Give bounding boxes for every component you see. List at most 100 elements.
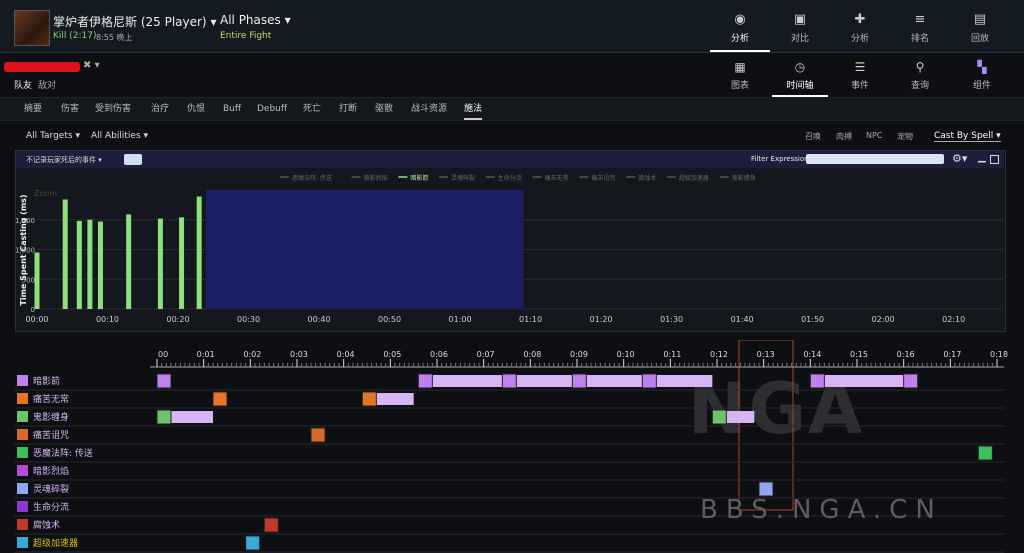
cast-icon	[417, 373, 433, 389]
cast-icon	[758, 481, 774, 497]
dead-events-toggle[interactable]	[124, 154, 142, 165]
x-tick-label: 02:10	[942, 315, 965, 324]
cast-icon	[809, 373, 825, 389]
tab-debuffs[interactable]: Debuff	[257, 98, 287, 120]
filter-summons[interactable]: 召唤	[805, 131, 821, 142]
x-tick-label: 02:00	[872, 315, 895, 324]
ruler-label: 0:04	[337, 350, 355, 359]
view-widgets[interactable]: ▚ 组件	[954, 53, 1010, 97]
events-icon: ☰	[854, 60, 866, 74]
ruler-label: 0:02	[243, 350, 261, 359]
chevron-down-icon: ▾	[98, 156, 102, 164]
filter-npc[interactable]: NPC	[866, 131, 882, 140]
tab-summary[interactable]: 摘要	[24, 98, 42, 120]
spell-icon	[17, 375, 28, 386]
phase-subtitle: Entire Fight	[220, 31, 272, 41]
view-query[interactable]: ⚲ 查询	[892, 53, 948, 97]
enemy-toggle[interactable]: 敌对	[38, 78, 56, 91]
view-timeline[interactable]: ◷ 时间轴	[772, 53, 828, 97]
filter-expression-label: Filter Expression:	[751, 155, 811, 163]
chart-bar	[62, 199, 68, 309]
topnav-label: 分析	[730, 34, 749, 44]
view-label: 组件	[972, 81, 991, 91]
spell-icon	[17, 429, 28, 440]
spell-label: 生命分流	[33, 501, 69, 513]
topnav-replay[interactable]: ▤ 回放	[950, 0, 1010, 52]
spell-label: 痛苦无常	[33, 393, 69, 405]
x-tick-label: 00:30	[237, 315, 260, 324]
chart-bar	[179, 217, 185, 309]
targets-dropdown[interactable]: All Targets ▾	[26, 131, 80, 141]
topnav-analysis[interactable]: ◉ 分析	[710, 0, 770, 52]
tab-damage-taken[interactable]: 受到伤害	[95, 98, 131, 120]
maximize-icon[interactable]	[990, 155, 999, 164]
cast-icon	[361, 391, 377, 407]
topnav-compare[interactable]: ▣ 对比	[770, 0, 830, 52]
tab-threat[interactable]: 仇恨	[187, 98, 205, 120]
x-tick-label: 00:10	[96, 315, 119, 324]
legend-item: 生命分流	[498, 174, 522, 182]
cast-by-label: Cast By Spell	[934, 131, 994, 141]
tab-buffs[interactable]: Buff	[223, 98, 241, 120]
player-name-redacted[interactable]	[4, 62, 80, 72]
spell-label: 恶魔法阵: 传送	[33, 447, 93, 459]
cast-icon	[903, 373, 919, 389]
topnav-label: 分析	[850, 34, 869, 44]
x-tick-label: 00:00	[25, 315, 48, 324]
site-watermark: BBS.NGA.CN	[700, 495, 943, 525]
ruler-label: 0:07	[477, 350, 495, 359]
tab-deaths[interactable]: 死亡	[303, 98, 321, 120]
friendly-toggle[interactable]: 队友	[14, 78, 32, 91]
view-charts[interactable]: ▦ 图表	[712, 53, 768, 97]
x-tick-label: 01:20	[590, 315, 613, 324]
spell-icon	[17, 411, 28, 422]
boss-name-dropdown[interactable]: 掌炉者伊格尼斯 (25 Player) ▾	[53, 13, 216, 30]
cast-icon	[711, 409, 727, 425]
tab-casts[interactable]: 施法	[464, 98, 483, 120]
phase-dropdown[interactable]: All Phases ▾	[220, 13, 291, 27]
spell-label: 灵魂碎裂	[33, 483, 69, 495]
legend-item: 恶魔法阵: 传送	[292, 174, 332, 182]
tab-damage[interactable]: 伤害	[61, 98, 79, 120]
compare-icon: ▣	[793, 12, 807, 27]
abilities-label: All Abilities	[91, 131, 141, 141]
filter-expression-input[interactable]	[806, 154, 944, 164]
topnav-analyze[interactable]: ✚ 分析	[830, 0, 890, 52]
gear-icon[interactable]: ⚙▾	[952, 152, 967, 165]
chart-bar	[196, 196, 202, 309]
filter-pets[interactable]: 宠物	[897, 131, 913, 142]
casting-time-chart[interactable]: 恶魔法阵: 传送 暗影烈焰 暗影箭 灵魂碎裂 生命分流 痛苦无常 痛苦诅咒 腐蚀术 超级加速器 鬼…	[16, 168, 1004, 329]
boss-result: Kill (2:17)	[53, 31, 97, 41]
x-tick-label: 00:50	[378, 315, 401, 324]
filter-melee[interactable]: 肉搏	[836, 131, 852, 142]
ruler-label: 0:03	[290, 350, 308, 359]
cast-icon	[245, 535, 261, 551]
chevron-down-icon: ▾	[996, 131, 1001, 141]
ruler-label: 0:17	[943, 350, 961, 359]
dead-events-dropdown[interactable]: 不记录玩家死后的事件 ▾	[26, 155, 102, 165]
topnav-rankings[interactable]: ≡ 排名	[890, 0, 950, 52]
view-label: 查询	[910, 81, 929, 91]
player-close-button[interactable]: ✖ ▾	[83, 60, 100, 71]
tab-interrupts[interactable]: 打断	[339, 98, 357, 120]
ruler-label: 0:08	[523, 350, 541, 359]
spell-icon	[17, 501, 28, 512]
ruler-label: 0:12	[710, 350, 728, 359]
spell-label: 腐蚀术	[33, 519, 60, 531]
chart-bar	[126, 214, 132, 309]
replay-icon: ▤	[973, 12, 987, 27]
ruler-label: 0:01	[197, 350, 215, 359]
phase-title: All Phases	[220, 13, 281, 27]
legend-item: 暗影烈焰	[364, 174, 388, 182]
abilities-dropdown[interactable]: All Abilities ▾	[91, 131, 148, 141]
cast-icon	[641, 373, 657, 389]
chevron-down-icon: ▾	[94, 60, 100, 71]
tab-dispels[interactable]: 驱散	[375, 98, 393, 120]
close-icon: ✖	[83, 60, 92, 71]
minimize-icon[interactable]: ▁	[978, 152, 986, 163]
tab-resources[interactable]: 战斗资源	[411, 98, 447, 120]
tab-healing[interactable]: 治疗	[151, 98, 169, 120]
view-events[interactable]: ☰ 事件	[832, 53, 888, 97]
cast-by-dropdown[interactable]: Cast By Spell ▾	[934, 131, 1001, 142]
spell-icon	[17, 519, 28, 530]
